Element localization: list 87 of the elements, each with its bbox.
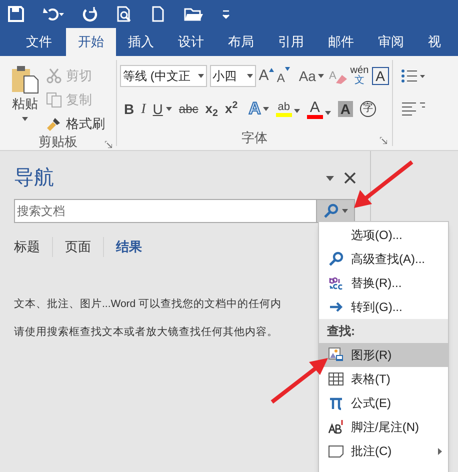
menu-item[interactable]: 高级查找(A)... bbox=[319, 247, 448, 271]
image-icon bbox=[328, 347, 344, 363]
hint-text: 请使用搜索框查找文本或者放大镜查找任何其他内容。 bbox=[14, 324, 278, 340]
menu-item[interactable]: 公式(E) bbox=[319, 391, 448, 415]
close-icon bbox=[344, 172, 356, 184]
font-color-button[interactable]: A bbox=[306, 100, 331, 118]
bullets-icon bbox=[401, 68, 425, 84]
ribbon-tab[interactable]: 设计 bbox=[166, 28, 216, 56]
pane-tab[interactable]: 结果 bbox=[116, 237, 154, 257]
menu-item[interactable]: 转到(G)... bbox=[319, 295, 448, 319]
dialog-launcher-icon[interactable] bbox=[380, 137, 387, 144]
hint-text: 文本、批注、图片...Word 可以查找您的文档中的任何内 bbox=[14, 297, 282, 312]
search-icon bbox=[323, 203, 339, 219]
clipboard-action[interactable]: 格式刷 bbox=[46, 114, 105, 134]
menu-item[interactable]: 选项(O)... bbox=[319, 223, 448, 247]
menu-item[interactable]: 批注(C) bbox=[319, 439, 448, 463]
pane-options-icon[interactable] bbox=[326, 176, 334, 180]
search-field[interactable]: 搜索文档 bbox=[14, 199, 317, 223]
annotation-arrow bbox=[352, 160, 414, 210]
pane-tab[interactable]: 标题 bbox=[14, 237, 53, 257]
down-triangle-icon bbox=[284, 66, 290, 70]
character-border-button[interactable]: A bbox=[372, 67, 389, 85]
scissors-icon bbox=[46, 68, 62, 84]
menu-item[interactable]: 脚注/尾注(N) bbox=[319, 415, 448, 439]
dialog-launcher-icon[interactable] bbox=[105, 141, 112, 148]
highlight-button[interactable]: ab bbox=[276, 102, 300, 116]
caret-icon bbox=[22, 116, 28, 120]
search-icon bbox=[328, 251, 344, 267]
brush-icon bbox=[46, 116, 62, 132]
replace-icon bbox=[328, 275, 344, 291]
italic-button[interactable]: I bbox=[141, 98, 146, 120]
superscript-button[interactable]: x$^{2}$ bbox=[224, 99, 238, 119]
group-label: 剪贴板 bbox=[38, 133, 78, 152]
paste-button[interactable]: 粘贴 bbox=[8, 64, 42, 134]
caret-icon bbox=[294, 108, 300, 112]
up-triangle-icon bbox=[268, 68, 274, 72]
folder-icon bbox=[184, 6, 204, 22]
comment-icon bbox=[328, 443, 344, 459]
save-icon bbox=[8, 6, 24, 22]
bold-button[interactable]: B bbox=[124, 98, 134, 120]
submenu-arrow-icon bbox=[438, 448, 442, 454]
redo-icon bbox=[82, 6, 98, 22]
caret-icon bbox=[318, 74, 324, 78]
caret-icon bbox=[198, 74, 204, 78]
menu-item[interactable]: 表格(T) bbox=[319, 367, 448, 391]
ribbon-tab[interactable]: 引用 bbox=[266, 28, 316, 56]
ribbon-tab[interactable]: 邮件 bbox=[316, 28, 366, 56]
document-icon bbox=[150, 6, 166, 22]
table-icon bbox=[328, 371, 344, 387]
phonetic-guide-button[interactable]: wén 文 bbox=[350, 66, 369, 86]
change-case-button[interactable]: Aa bbox=[296, 66, 326, 86]
pi-icon bbox=[328, 395, 344, 411]
caret-icon bbox=[166, 107, 172, 111]
ribbon-tab[interactable]: 审阅 bbox=[366, 28, 416, 56]
caret-icon bbox=[262, 107, 269, 111]
caret-icon bbox=[246, 74, 253, 78]
pane-tab[interactable]: 页面 bbox=[65, 237, 104, 257]
undo-icon bbox=[42, 6, 64, 22]
menu-header: 查找: bbox=[319, 319, 448, 343]
search-button[interactable] bbox=[317, 199, 355, 223]
clipboard-icon bbox=[10, 64, 40, 94]
ribbon-tab[interactable]: 开始 bbox=[66, 28, 116, 56]
menu-item[interactable]: 替换(R)... bbox=[319, 271, 448, 295]
ribbon-tab[interactable]: 视 bbox=[416, 28, 453, 56]
caret-icon bbox=[324, 110, 331, 114]
annotation-arrow bbox=[270, 356, 330, 404]
ribbon-tab[interactable]: 布局 bbox=[216, 28, 266, 56]
character-shading-button[interactable]: A bbox=[338, 101, 353, 117]
ribbon-tab[interactable]: 插入 bbox=[116, 28, 166, 56]
font-size-combobox[interactable]: 小四 bbox=[210, 65, 256, 87]
underline-button[interactable]: U bbox=[152, 98, 172, 120]
enclose-characters-button[interactable]: 字 bbox=[360, 101, 376, 117]
shrink-font-button[interactable]: A bbox=[276, 66, 290, 86]
eraser-icon bbox=[336, 74, 348, 84]
ribbon-tab[interactable]: 文件 bbox=[14, 28, 64, 56]
footnote-icon bbox=[328, 419, 344, 435]
grow-font-button[interactable]: A bbox=[258, 68, 274, 84]
group-label: 字体 bbox=[242, 129, 268, 148]
menu-item[interactable]: 图形(R) bbox=[319, 343, 448, 367]
caret-icon bbox=[342, 209, 348, 213]
print-preview-icon bbox=[116, 6, 132, 22]
align-left-icon bbox=[401, 100, 425, 116]
font-name-combobox[interactable]: 等线 (中文正 bbox=[120, 65, 207, 87]
subscript-button[interactable]: x$_{2}$ bbox=[205, 99, 218, 119]
copy-icon bbox=[46, 92, 62, 108]
strikethrough-button[interactable]: abc bbox=[178, 100, 198, 118]
pane-title: 导航 bbox=[14, 166, 55, 191]
